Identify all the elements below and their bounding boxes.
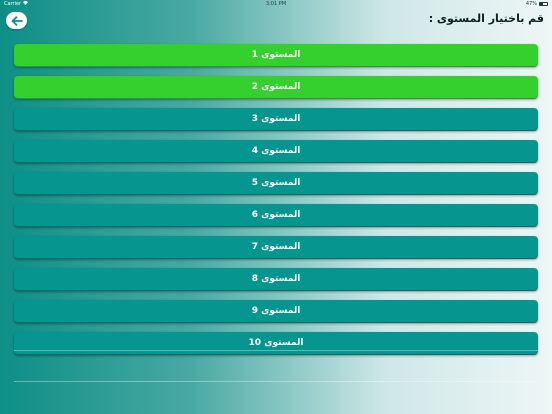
list-divider	[14, 350, 538, 351]
level-label: المستوى 6	[251, 210, 301, 220]
level-label: المستوى 1	[251, 50, 301, 60]
level-label: المستوى 10	[248, 338, 304, 348]
level-label: المستوى 9	[251, 306, 301, 316]
level-button-10[interactable]: المستوى 10	[14, 332, 538, 355]
level-label: المستوى 5	[251, 178, 301, 188]
level-button-6[interactable]: المستوى 6	[14, 204, 538, 227]
level-label: المستوى 2	[251, 82, 301, 92]
status-time: 3:01 PM	[265, 1, 287, 7]
level-button-5[interactable]: المستوى 5	[14, 172, 538, 195]
level-button-3[interactable]: المستوى 3	[14, 108, 538, 131]
battery-percent: 47%	[525, 1, 537, 7]
level-label: المستوى 8	[251, 274, 301, 284]
arrow-left-icon	[11, 11, 23, 30]
level-button-4[interactable]: المستوى 4	[14, 140, 538, 163]
status-bar: Carrier 3:01 PM 47%	[0, 0, 552, 8]
level-button-9[interactable]: المستوى 9	[14, 300, 538, 323]
footer-divider	[14, 381, 538, 382]
level-button-1[interactable]: المستوى 1	[14, 44, 538, 67]
level-label: المستوى 4	[251, 146, 301, 156]
status-right: 47%	[526, 1, 548, 7]
back-button[interactable]	[6, 12, 27, 29]
level-button-8[interactable]: المستوى 8	[14, 268, 538, 291]
level-label: المستوى 7	[251, 242, 301, 252]
page-title: قم باختيار المستوى :	[428, 12, 544, 25]
level-label: المستوى 3	[251, 114, 301, 124]
level-list: المستوى 1 المستوى 2 المستوى 3 المستوى 4 المس…	[14, 44, 538, 364]
level-button-7[interactable]: المستوى 7	[14, 236, 538, 259]
battery-icon	[539, 2, 548, 6]
level-button-2[interactable]: المستوى 2	[14, 76, 538, 99]
battery-fill	[540, 3, 544, 5]
